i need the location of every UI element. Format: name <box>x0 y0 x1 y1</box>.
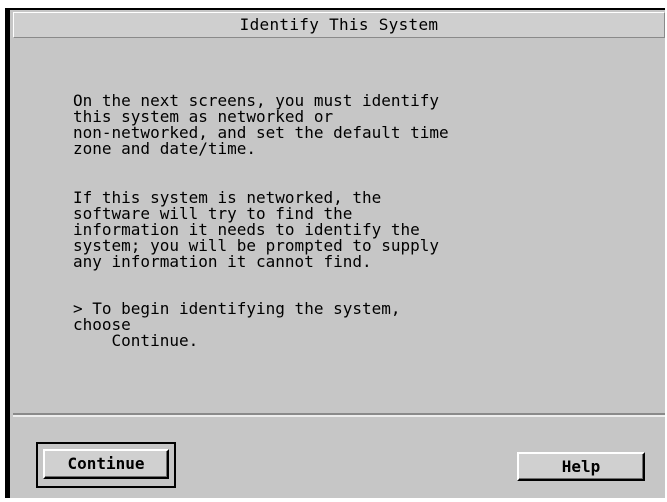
dialog-content: On the next screens, you must identify t… <box>13 39 665 415</box>
intro-paragraph: On the next screens, you must identify t… <box>73 91 449 158</box>
dialog-titlebar[interactable]: Identify This System <box>13 12 665 38</box>
identify-system-dialog: Identify This System On the next screens… <box>5 8 665 498</box>
help-button[interactable]: Help <box>517 452 645 481</box>
dialog-title: Identify This System <box>239 15 439 34</box>
button-bar: Continue Help <box>13 417 665 498</box>
instruction-paragraph: > To begin identifying the system, choos… <box>73 299 401 350</box>
continue-button[interactable]: Continue <box>43 449 169 479</box>
network-info-paragraph: If this system is networked, the softwar… <box>73 188 440 271</box>
